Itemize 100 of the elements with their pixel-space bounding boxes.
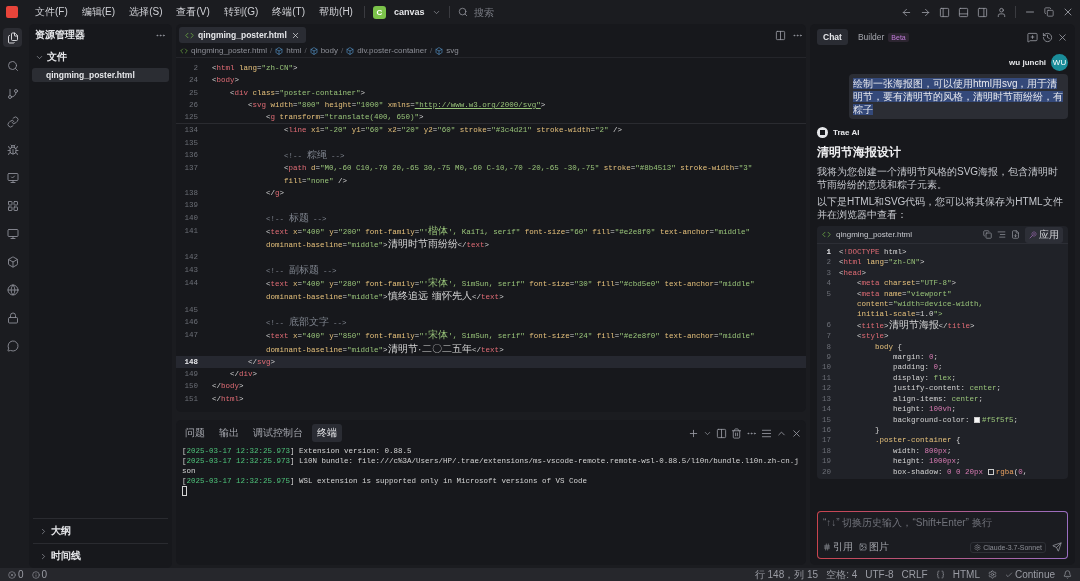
chat-bubble-icon[interactable] [6,339,19,352]
user-name: wu junchi [1009,58,1046,67]
section-title[interactable]: 文件 [47,50,67,64]
breadcrumb-item[interactable]: svg [446,46,459,55]
project-name[interactable]: canvas [393,7,425,17]
menu-item[interactable]: 查看(V) [173,5,213,19]
chat-input[interactable]: “↑↓” 切换历史输入，“Shift+Enter” 换行 [823,516,1062,540]
answer-heading: 清明节海报设计 [817,144,902,161]
indent-setting[interactable]: 空格: 4 [826,568,858,581]
right-panel-icon[interactable] [977,6,988,18]
gear-icon [974,543,982,551]
bug-icon[interactable] [6,143,19,156]
tab-label: qingming_poster.html [198,30,287,40]
breadcrumb-item[interactable]: qingming_poster.html [191,46,268,55]
new-chat-icon[interactable] [1027,31,1038,43]
box-icon[interactable] [6,255,19,268]
bottom-panel-icon[interactable] [958,6,969,18]
wand-icon [1029,230,1037,239]
search-icon [458,7,469,17]
cube-icon [346,46,355,55]
tab-label: Builder [857,32,885,42]
close-icon[interactable] [791,427,802,439]
lines-icon[interactable] [761,427,772,439]
app-logo [6,6,18,18]
cube-icon [435,46,444,55]
monitor-icon[interactable] [6,227,19,240]
image-button[interactable]: 图片 [859,540,889,554]
chevron-right-icon[interactable] [39,526,48,536]
close-icon[interactable] [290,30,300,40]
close-icon[interactable] [1062,6,1074,18]
send-icon[interactable] [1052,542,1062,552]
breadcrumb-item[interactable]: div.poster-container [357,46,427,55]
apply-button[interactable]: 应用 [1025,226,1063,243]
assistant-icon [817,127,828,138]
continue-button[interactable]: Continue [1004,568,1055,581]
forward-icon[interactable] [920,6,931,18]
history-icon[interactable] [1042,31,1053,43]
image-icon [859,543,867,551]
language-mode[interactable]: HTML [952,568,980,581]
menu-item[interactable]: 终端(T) [269,5,309,19]
check-icon [1004,570,1013,579]
panel-tab[interactable]: 终端 [312,424,342,442]
explorer-title: 资源管理器 [35,28,85,42]
warning-count[interactable]: 0 [31,568,48,581]
globe-icon[interactable] [6,283,19,296]
line-ending[interactable]: CRLF [901,568,928,581]
grid-icon[interactable] [6,199,19,212]
plus-icon[interactable] [688,427,699,439]
answer-paragraph: 以下是HTML和SVG代码，您可以将其保存为HTML文件并在浏览器中查看： [817,195,1064,221]
search-icon[interactable] [6,59,19,72]
code-icon [180,46,188,55]
user-icon[interactable] [996,6,1007,18]
braces-icon[interactable] [935,570,945,579]
editor-tab[interactable]: qingming_poster.html [179,27,306,43]
reference-button[interactable]: 引用 [823,540,853,554]
breadcrumb-item[interactable]: body [320,46,338,55]
tab-label: Chat [823,32,842,42]
chat-tab[interactable]: Chat [817,29,848,45]
bell-icon[interactable] [1063,570,1072,579]
menu-item[interactable]: 选择(S) [126,5,166,19]
gear-icon[interactable] [987,570,997,579]
section-title[interactable]: 大纲 [51,524,71,538]
file-item[interactable]: qingming_poster.html [32,68,169,82]
menu-item[interactable]: 帮助(H) [316,5,356,19]
branch-icon[interactable] [6,87,19,100]
monitor-check-icon[interactable] [6,171,19,184]
terminal-cursor [182,486,187,496]
breadcrumb-separator: / [304,46,307,55]
menu-item[interactable]: 文件(F) [32,5,71,19]
back-icon[interactable] [901,6,912,18]
section-title[interactable]: 时间线 [51,549,81,563]
insert-icon[interactable] [997,230,1006,239]
restore-icon[interactable] [1044,7,1054,17]
lock-icon[interactable] [6,311,19,324]
info-icon [31,570,40,579]
trash-icon[interactable] [731,427,742,439]
split-editor-icon[interactable] [775,29,786,41]
panel-tab[interactable]: 问题 [180,424,210,442]
breadcrumb-separator: / [341,46,344,55]
left-panel-icon[interactable] [939,6,950,18]
breadcrumb-separator: / [429,46,433,55]
error-count[interactable]: 0 [8,568,24,581]
cursor-position[interactable]: 行 148，列 15 [754,568,819,581]
assistant-name: Trae AI [833,128,860,137]
cube-icon [275,46,284,55]
split-icon[interactable] [716,427,727,439]
chevron-right-icon[interactable] [39,551,48,561]
panel-tab[interactable]: 输出 [214,424,244,442]
encoding[interactable]: UTF-8 [865,568,894,581]
project-badge: C [372,5,386,19]
menu-item[interactable]: 编辑(E) [78,5,119,19]
close-icon[interactable] [1057,31,1068,43]
panel-tab[interactable]: 调试控制台 [248,424,308,442]
code-icon [185,30,194,40]
breadcrumb-item[interactable]: html [286,46,302,55]
file-icon[interactable] [1011,230,1020,239]
copy-icon[interactable] [983,230,992,239]
link-icon[interactable] [6,115,19,128]
menu-item[interactable]: 转到(G) [220,5,262,19]
search-field[interactable]: 搜索 [472,5,553,19]
